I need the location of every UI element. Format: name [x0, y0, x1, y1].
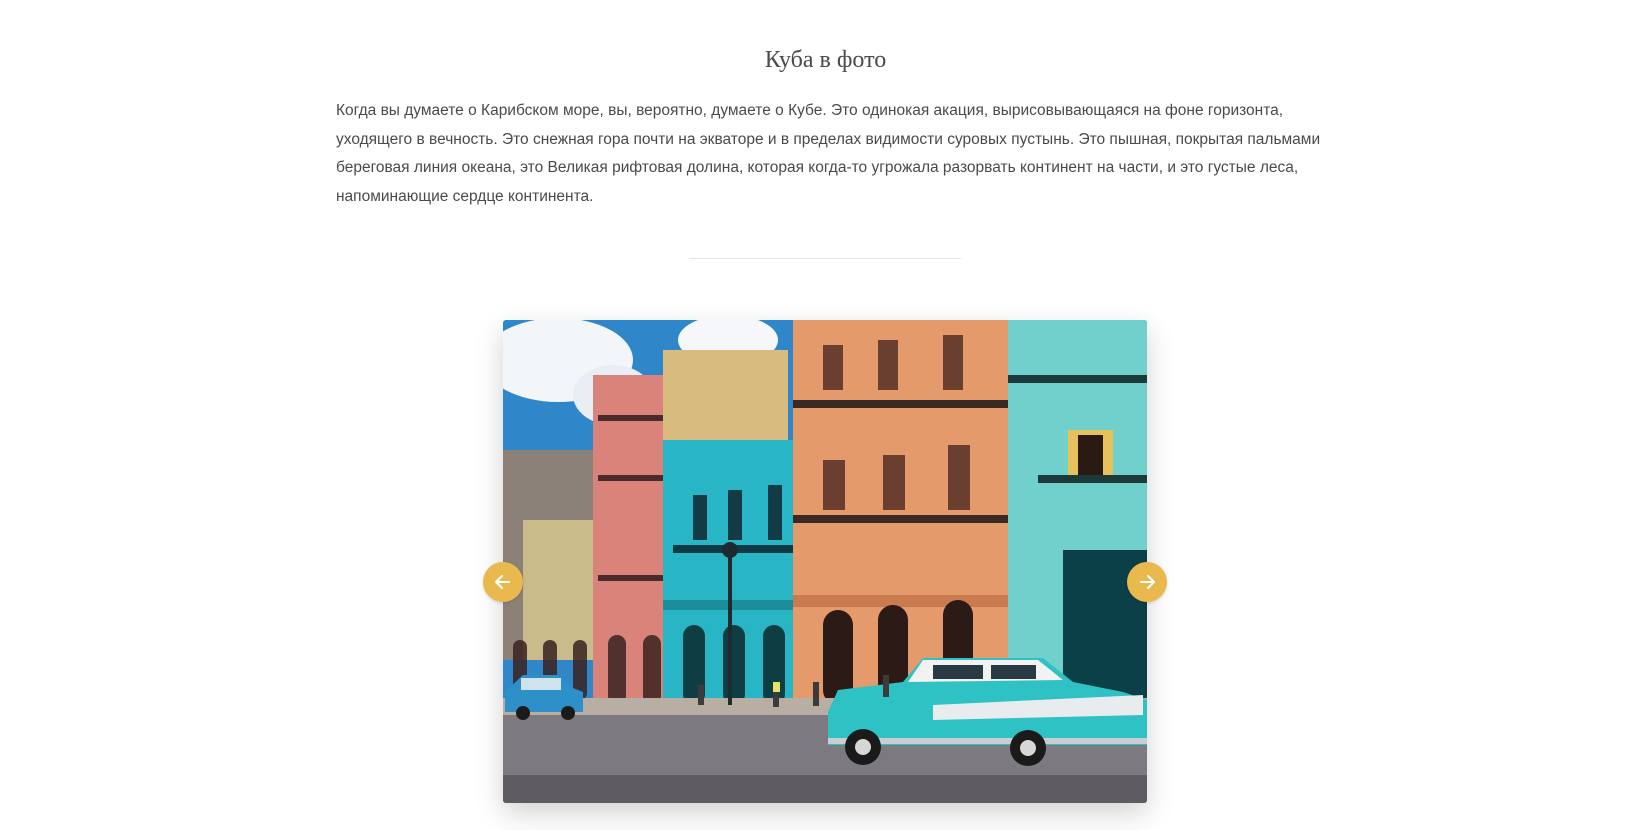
slider-prev-button[interactable]	[483, 562, 523, 602]
section-title: Куба в фото	[764, 47, 887, 73]
photo-slider	[483, 320, 1167, 803]
arrow-right-icon	[1137, 572, 1157, 592]
slide-image	[503, 320, 1147, 803]
divider	[689, 258, 961, 259]
intro-text: Когда вы думаете о Карибском море, вы, в…	[336, 102, 1321, 205]
arrow-left-icon	[493, 572, 513, 592]
slider-next-button[interactable]	[1127, 562, 1167, 602]
